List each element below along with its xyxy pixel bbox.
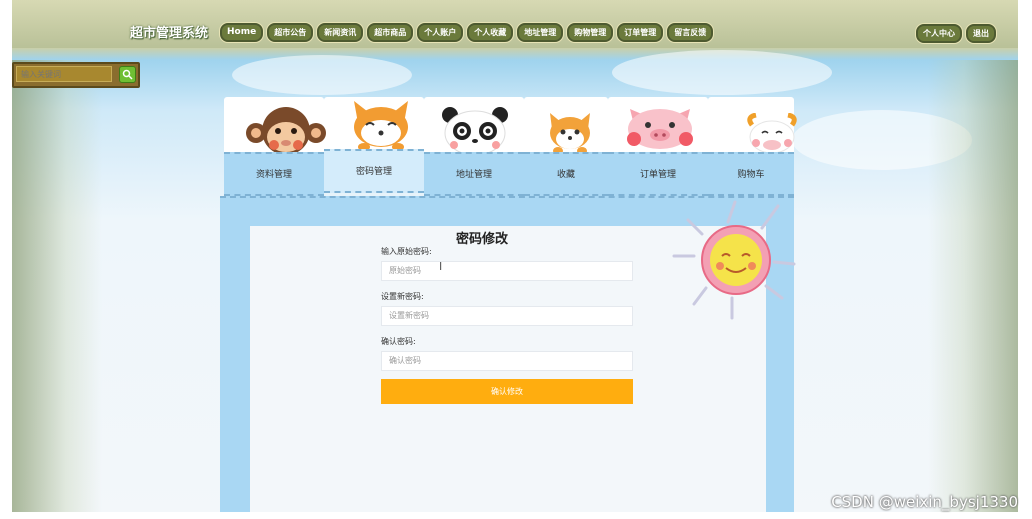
search-box	[12, 62, 140, 88]
cloud-decoration	[232, 55, 412, 95]
tab-orders[interactable]: 订单管理	[608, 152, 708, 196]
pig-icon	[627, 109, 693, 149]
sun-icon	[672, 200, 796, 320]
tab-address[interactable]: 地址管理	[424, 152, 524, 196]
user-center-link[interactable]: 个人中心	[916, 24, 962, 43]
text-cursor-icon: I	[439, 260, 443, 273]
new-password-label: 设置新密码:	[381, 292, 424, 301]
search-icon	[122, 69, 133, 80]
user-links: 个人中心 退出	[916, 24, 996, 43]
search-button[interactable]	[119, 66, 136, 83]
tab-cart[interactable]: 购物车	[708, 152, 794, 196]
fox-cub-icon	[550, 113, 590, 155]
foliage-right-decoration	[928, 60, 1018, 512]
tab-password[interactable]: 密码管理	[324, 149, 424, 193]
old-password-input[interactable]: 原始密码	[381, 261, 633, 281]
form-title: 密码修改	[456, 232, 509, 247]
confirm-password-input[interactable]: 确认密码	[381, 351, 633, 371]
confirm-change-button[interactable]: 确认修改	[381, 379, 633, 404]
top-bar: 超市管理系统 Home 超市公告 新闻资讯 超市商品 个人账户 个人收藏 地址管…	[12, 0, 1018, 48]
cloud-decoration	[612, 50, 832, 95]
tab-label: 收藏	[556, 170, 575, 180]
nav-shopping[interactable]: 购物管理	[567, 23, 614, 42]
panda-icon	[442, 107, 508, 156]
tab-label: 资料管理	[255, 170, 292, 180]
tab-favorites[interactable]: 收藏	[524, 152, 608, 196]
nav-favorites[interactable]: 个人收藏	[467, 23, 514, 42]
nav-account[interactable]: 个人账户	[417, 23, 464, 42]
nav-notice[interactable]: 超市公告	[267, 23, 314, 42]
fox-icon	[354, 101, 408, 151]
nav-orders[interactable]: 订单管理	[617, 23, 664, 42]
confirm-password-label: 确认密码:	[381, 337, 416, 346]
foliage-left-decoration	[12, 60, 102, 512]
nav-feedback[interactable]: 留言反馈	[667, 23, 714, 42]
tab-label: 地址管理	[455, 170, 492, 180]
tab-label: 密码管理	[355, 167, 392, 177]
logout-link[interactable]: 退出	[966, 24, 996, 43]
nav-address[interactable]: 地址管理	[517, 23, 564, 42]
nav-news[interactable]: 新闻资讯	[317, 23, 364, 42]
monkey-icon	[246, 107, 326, 155]
cow-icon	[747, 113, 797, 154]
tab-label: 订单管理	[639, 170, 676, 180]
page: 超市管理系统 Home 超市公告 新闻资讯 超市商品 个人账户 个人收藏 地址管…	[12, 0, 1018, 512]
main-nav: Home 超市公告 新闻资讯 超市商品 个人账户 个人收藏 地址管理 购物管理 …	[220, 23, 714, 42]
tab-label: 购物车	[737, 170, 765, 180]
nav-products[interactable]: 超市商品	[367, 23, 414, 42]
tab-profile[interactable]: 资料管理	[224, 152, 324, 196]
site-title: 超市管理系统	[130, 26, 209, 41]
watermark: CSDN @weixin_bysj1330	[831, 493, 1018, 511]
old-password-label: 输入原始密码:	[381, 247, 432, 256]
new-password-input[interactable]: 设置新密码	[381, 306, 633, 326]
user-tabs: 资料管理 密码管理 地址管理 收藏 订单管理 购物车	[224, 97, 797, 196]
nav-home[interactable]: Home	[220, 23, 264, 42]
search-input[interactable]	[16, 66, 112, 82]
